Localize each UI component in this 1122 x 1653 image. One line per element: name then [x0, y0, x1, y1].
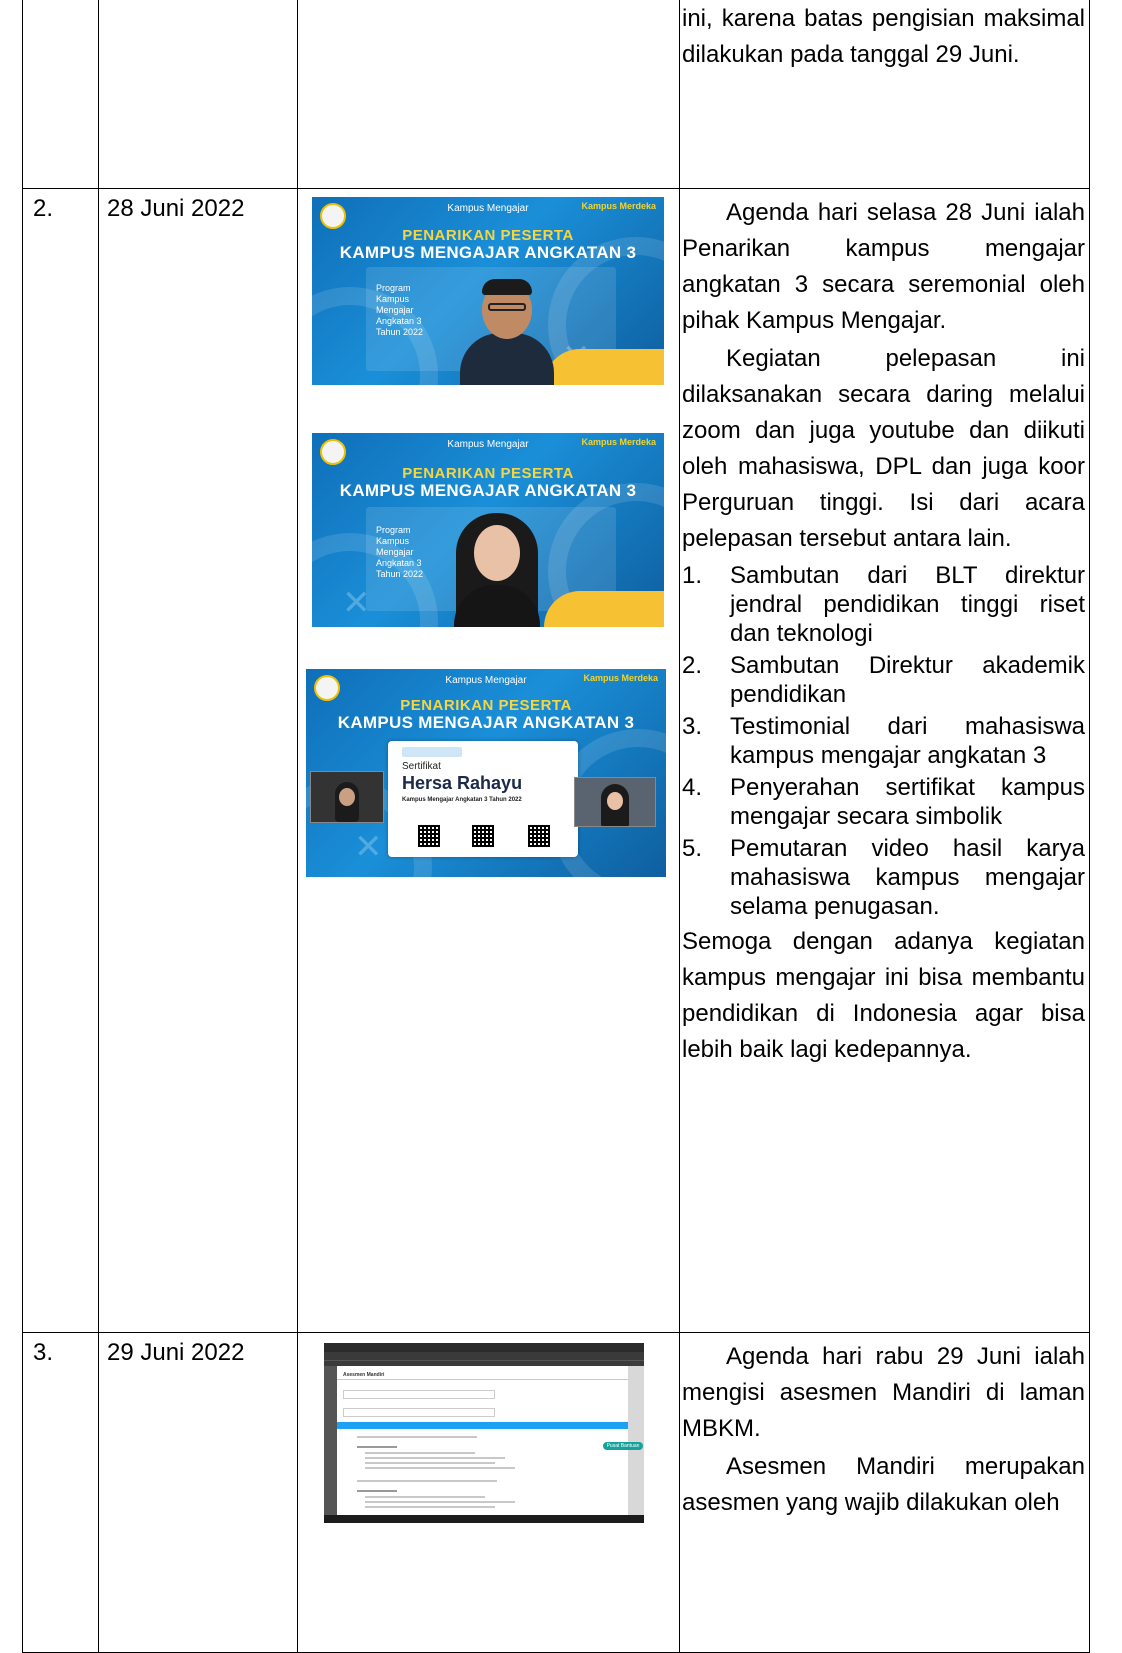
kampus-merdeka-badge: Kampus Merdeka: [581, 201, 656, 211]
list-item: 1. Sambutan dari BLT direktur jendral pen…: [682, 562, 1085, 647]
decor-x-icon: ✕: [354, 828, 383, 866]
zoom-screenshot-3: ✕ Kampus Mengajar Kampus Merdeka PENARIK…: [306, 669, 666, 877]
slide-program-text: Program Kampus Mengajar Angkatan 3 Tahun…: [376, 525, 424, 579]
slide-title-2: KAMPUS MENGAJAR ANGKATAN 3: [339, 243, 637, 262]
participant-video-right: [574, 777, 656, 827]
slide-title-2: KAMPUS MENGAJAR ANGKATAN 3: [337, 713, 635, 732]
cell-number: 2.: [22, 188, 99, 1333]
cell-photos: ✕ Kampus Mengajar Kampus Merdeka PENARIK…: [297, 188, 680, 1333]
certificate-program: Kampus Mengajar Angkatan 3 Tahun 2022: [402, 797, 522, 803]
table-row: ini, karena batas pengisian maksimal dil…: [22, 0, 1090, 189]
agenda-list: 1. Sambutan dari BLT direktur jendral pen…: [682, 561, 1085, 921]
slide-program-text: Program Kampus Mengajar Angkatan 3 Tahun…: [376, 283, 424, 337]
list-item: 3. Testimonial dari mahasiswa kampus meng…: [682, 713, 1085, 769]
assessment-modal: Asesmen Mandiri Pusat Bantuan: [337, 1366, 643, 1515]
speaker-video: [452, 273, 562, 385]
slide-title-1: PENARIKAN PESERTA: [402, 465, 574, 482]
description-paragraph-1: Agenda hari rabu 29 Juni ialah mengisi a…: [682, 1343, 1085, 1442]
cell-description: Agenda hari selasa 28 Juni ialah Penarik…: [679, 188, 1090, 1333]
cell-date: 28 Juni 2022: [98, 188, 298, 1333]
qr-code-icon: [418, 825, 440, 847]
qr-code-icon: [528, 825, 550, 847]
cell-description: Agenda hari rabu 29 Juni ialah mengisi a…: [679, 1332, 1090, 1653]
document-page: ini, karena batas pengisian maksimal dil…: [0, 0, 1122, 1653]
participant-video-left: [310, 771, 384, 823]
speaker-video: [442, 507, 552, 627]
qr-code-icon: [472, 825, 494, 847]
list-item: 5. Pemutaran video hasil karya mahasiswa …: [682, 835, 1085, 920]
activity-log-table: ini, karena batas pengisian maksimal dil…: [22, 0, 1090, 1653]
description-closing: Semoga dengan adanya kegiatan kampus men…: [682, 928, 1085, 1063]
description-paragraph-2: Kegiatan pelepasan ini dilaksanakan seca…: [682, 345, 1085, 552]
cell-date: 29 Juni 2022: [98, 1332, 298, 1653]
cell-number: [22, 0, 99, 189]
table-row: 2. 28 Juni 2022 ✕ Kampus Mengajar Kampus…: [22, 188, 1090, 1333]
cell-number: 3.: [22, 1332, 99, 1653]
cell-description: ini, karena batas pengisian maksimal dil…: [679, 0, 1090, 189]
certificate-name: Hersa Rahayu: [402, 773, 523, 793]
description-paragraph-1: Agenda hari selasa 28 Juni ialah Penarik…: [682, 199, 1085, 334]
modal-title: Asesmen Mandiri: [343, 1372, 385, 1378]
kampus-merdeka-badge: Kampus Merdeka: [583, 673, 658, 683]
list-item: 4. Penyerahan sertifikat kampus mengajar …: [682, 774, 1085, 830]
description-text: ini, karena batas pengisian maksimal dil…: [682, 5, 1085, 68]
zoom-screenshot-2: ✕ Kampus Mengajar Kampus Merdeka PENARIK…: [312, 433, 664, 627]
zoom-screenshot-1: ✕ Kampus Mengajar Kampus Merdeka PENARIK…: [312, 197, 664, 385]
slide-title-1: PENARIKAN PESERTA: [400, 697, 572, 714]
slide-title-1: PENARIKAN PESERTA: [402, 227, 574, 244]
cell-photos: [297, 0, 680, 189]
list-item: 2. Sambutan Direktur akademik pendidikan: [682, 652, 1085, 708]
slide-title-2: KAMPUS MENGAJAR ANGKATAN 3: [339, 481, 637, 500]
kampus-merdeka-badge: Kampus Merdeka: [581, 437, 656, 447]
browser-screenshot: Asesmen Mandiri Pusat Bantuan: [324, 1343, 644, 1523]
certificate-label: Sertifikat: [402, 761, 441, 772]
taskbar: [324, 1515, 644, 1523]
help-center-button[interactable]: Pusat Bantuan: [603, 1442, 643, 1450]
cell-date: [98, 0, 298, 189]
table-row: 3. 29 Juni 2022 Asesmen Mandiri Pusat Ba…: [22, 1332, 1090, 1653]
cell-photos: Asesmen Mandiri Pusat Bantuan: [297, 1332, 680, 1653]
certificate-preview: Sertifikat Hersa Rahayu Kampus Mengajar …: [388, 741, 578, 857]
description-paragraph-2: Asesmen Mandiri merupakan asesmen yang w…: [682, 1453, 1085, 1516]
